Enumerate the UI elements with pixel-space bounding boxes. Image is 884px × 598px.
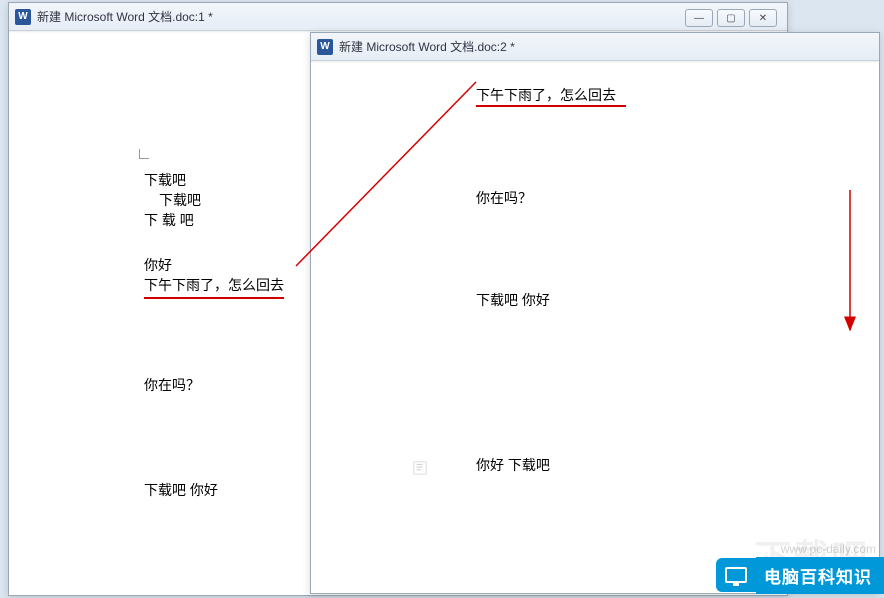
badge-text: 电脑百科知识 — [756, 557, 884, 594]
doc1-line-1: 下载吧 — [144, 171, 186, 191]
doc1-line-7: 下载吧 你好 — [144, 481, 218, 501]
doc2-line-2: 你在吗？ — [476, 189, 532, 209]
doc1-line-2: 下载吧 — [159, 191, 201, 211]
document-body-2[interactable]: 下午下雨了，怎么回去 你在吗？ 下载吧 你好 你好 下载吧 下载吧 — [311, 61, 879, 593]
word-window-2: W 新建 Microsoft Word 文档.doc:2 * 下午下雨了，怎么回… — [310, 32, 880, 594]
titlebar-2[interactable]: W 新建 Microsoft Word 文档.doc:2 * — [311, 33, 879, 61]
window-title-1: 新建 Microsoft Word 文档.doc:1 * — [37, 8, 781, 25]
badge-url: www.pc-daily.com — [781, 542, 876, 556]
paragraph-mark-icon — [413, 459, 427, 477]
doc1-line-3: 下 载 吧 — [144, 211, 194, 231]
doc2-line-1: 下午下雨了，怎么回去 — [476, 86, 616, 106]
window-controls: — ▢ ✕ — [685, 9, 777, 27]
text-cursor — [139, 149, 149, 159]
titlebar-1[interactable]: W 新建 Microsoft Word 文档.doc:1 * — [9, 3, 787, 31]
doc1-line-5: 下午下雨了，怎么回去 — [144, 276, 284, 299]
site-badge: 电脑百科知识 — [716, 558, 884, 592]
doc2-line-3: 下载吧 你好 — [476, 291, 550, 311]
word-app-icon: W — [317, 39, 333, 55]
window-title-2: 新建 Microsoft Word 文档.doc:2 * — [339, 38, 873, 55]
maximize-button[interactable]: ▢ — [717, 9, 745, 27]
doc1-line-6: 你在吗？ — [144, 376, 200, 396]
monitor-icon — [716, 558, 756, 592]
doc2-line-4: 你好 下载吧 — [476, 456, 550, 476]
minimize-button[interactable]: — — [685, 9, 713, 27]
word-app-icon: W — [15, 9, 31, 25]
underline-annotation — [476, 105, 626, 107]
doc1-line-4: 你好 — [144, 256, 172, 276]
close-button[interactable]: ✕ — [749, 9, 777, 27]
